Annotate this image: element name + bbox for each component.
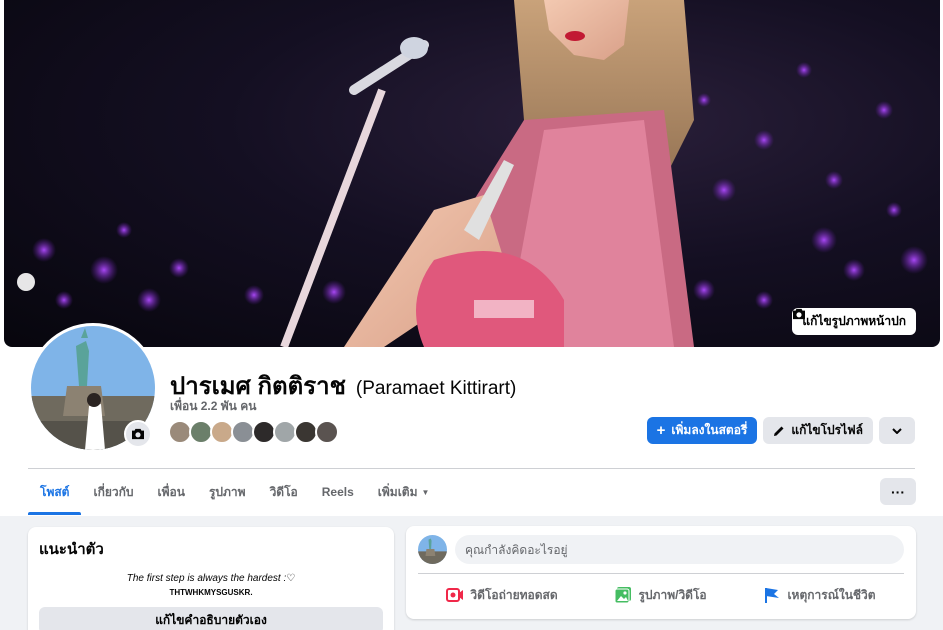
add-story-button[interactable]: + เพิ่มลงในสตอรี่ xyxy=(646,417,758,444)
photo-video-label: รูปภาพ/วิดีโอ xyxy=(638,587,707,602)
cover-photo[interactable]: แก้ไขรูปภาพหน้าปก xyxy=(4,0,940,347)
intro-title: แนะนำตัว xyxy=(39,541,104,558)
tab-label: โพสต์ xyxy=(40,484,70,499)
edit-profile-button[interactable]: แก้ไขโปรไฟล์ xyxy=(763,417,873,444)
tab-label: วิดีโอ xyxy=(269,484,298,499)
flag-icon xyxy=(765,588,780,603)
cover-image xyxy=(17,0,928,347)
tab-label: เกี่ยวกับ xyxy=(93,484,134,499)
bio-text: The first step is always the hardest :♡ xyxy=(126,573,296,584)
more-options-button[interactable]: ··· xyxy=(880,478,916,505)
tab-videos[interactable]: วิดีโอ xyxy=(258,470,310,514)
photo-video-button[interactable]: รูปภาพ/วิดีโอ xyxy=(604,580,716,610)
pencil-icon xyxy=(774,426,784,436)
update-avatar-button[interactable] xyxy=(124,420,152,448)
edit-profile-label: แก้ไขโปรไฟล์ xyxy=(791,423,863,437)
live-video-icon xyxy=(446,588,464,602)
profile-dropdown-button[interactable] xyxy=(879,417,915,444)
edit-bio-button[interactable]: แก้ไขคำอธิบายตัวเอง xyxy=(39,607,383,630)
edit-cover-label: แก้ไขรูปภาพหน้าปก xyxy=(802,314,906,328)
header-divider xyxy=(28,468,915,469)
composer-divider xyxy=(418,573,904,574)
profile-header: แก้ไขรูปภาพหน้าปก ปารเมศ กิตติราช (Parama… xyxy=(0,0,943,516)
life-event-label: เหตุการณ์ในชีวิต xyxy=(787,587,876,602)
add-story-label: เพิ่มลงในสตอรี่ xyxy=(671,423,748,437)
tab-reels[interactable]: Reels xyxy=(310,470,366,514)
tab-posts[interactable]: โพสต์ xyxy=(28,470,82,515)
tab-more[interactable]: เพิ่มเติม ▼ xyxy=(366,470,442,514)
post-composer: วิดีโอถ่ายทอดสด รูปภาพ/วิดีโอ เหตุการณ์ใ… xyxy=(406,526,916,619)
camera-icon xyxy=(132,428,144,440)
live-video-button[interactable]: วิดีโอถ่ายทอดสด xyxy=(436,580,567,610)
tab-label: Reels xyxy=(321,485,354,499)
friend-avatars xyxy=(168,420,339,444)
chevron-down-icon xyxy=(892,427,902,434)
avatar-image xyxy=(418,535,447,564)
bio-subtext: THTWHKMYSGUSKR. xyxy=(169,588,253,597)
profile-name-alt: (Paramaet Kittirart) xyxy=(355,378,517,399)
tab-label: รูปภาพ xyxy=(208,484,246,499)
photo-icon xyxy=(614,587,632,604)
camera-icon xyxy=(793,308,806,320)
profile-name-main: ปารเมศ กิตติราช xyxy=(170,373,346,400)
plus-icon: + xyxy=(656,422,666,439)
composer-avatar[interactable] xyxy=(418,535,447,564)
more-icon: ··· xyxy=(891,483,905,500)
edit-cover-button[interactable]: แก้ไขรูปภาพหน้าปก xyxy=(792,308,916,335)
live-video-label: วิดีโอถ่ายทอดสด xyxy=(470,587,558,602)
friend-avatar[interactable] xyxy=(315,420,339,444)
intro-card: แนะนำตัว The first step is always the ha… xyxy=(28,527,394,630)
tab-label: เพื่อน xyxy=(157,484,185,499)
life-event-button[interactable]: เหตุการณ์ในชีวิต xyxy=(753,580,885,610)
tab-about[interactable]: เกี่ยวกับ xyxy=(81,470,145,514)
tab-photos[interactable]: รูปภาพ xyxy=(197,470,258,514)
caret-down-icon: ▼ xyxy=(421,487,430,497)
tab-label: เพิ่มเติม xyxy=(377,484,418,499)
tab-friends[interactable]: เพื่อน xyxy=(146,470,197,514)
profile-actions: + เพิ่มลงในสตอรี่ แก้ไขโปรไฟล์ xyxy=(646,417,915,444)
profile-tabs: โพสต์ เกี่ยวกับ เพื่อน รูปภาพ วิดีโอ Ree… xyxy=(28,470,442,515)
status-input[interactable] xyxy=(455,535,904,564)
friend-count[interactable]: เพื่อน 2.2 พัน คน xyxy=(170,397,256,416)
